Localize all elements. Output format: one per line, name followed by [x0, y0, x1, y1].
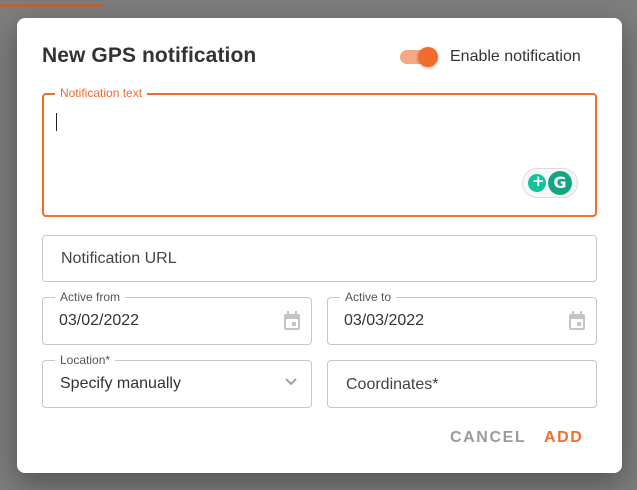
- notification-url-field[interactable]: Notification URL: [42, 235, 597, 282]
- chevron-down-icon[interactable]: [285, 378, 297, 386]
- notification-text-label: Notification text: [55, 86, 148, 100]
- location-label: Location*: [55, 353, 116, 367]
- coordinates-placeholder: Coordinates*: [346, 376, 439, 393]
- calendar-icon[interactable]: [283, 311, 301, 331]
- notification-url-placeholder: Notification URL: [61, 250, 177, 267]
- cancel-button[interactable]: CANCEL: [450, 429, 526, 447]
- grammarly-logo-icon[interactable]: G: [548, 171, 572, 195]
- toggle-label: Enable notification: [450, 48, 581, 65]
- grammarly-widget[interactable]: G: [522, 168, 578, 198]
- location-value: Specify manually: [60, 375, 181, 392]
- active-from-value: 03/02/2022: [59, 312, 140, 329]
- enable-notification-toggle[interactable]: Enable notification: [400, 46, 581, 68]
- toggle-thumb[interactable]: [418, 47, 438, 67]
- active-to-label: Active to: [340, 290, 397, 304]
- dialog-title: New GPS notification: [42, 44, 257, 67]
- grammarly-bulb-icon[interactable]: [528, 172, 546, 192]
- active-from-field[interactable]: Active from 03/02/2022: [42, 290, 312, 345]
- active-to-field[interactable]: Active to 03/03/2022: [327, 290, 597, 345]
- add-button[interactable]: ADD: [544, 429, 583, 447]
- toggle-track[interactable]: [400, 47, 438, 67]
- active-to-value: 03/03/2022: [344, 312, 425, 329]
- calendar-icon[interactable]: [568, 311, 586, 331]
- location-select[interactable]: Location* Specify manually: [42, 353, 312, 408]
- active-from-label: Active from: [55, 290, 126, 304]
- new-gps-notification-dialog: New GPS notification Enable notification…: [17, 18, 622, 473]
- background-accent-line: [0, 4, 104, 7]
- coordinates-field[interactable]: Coordinates*: [327, 360, 597, 408]
- notification-text-field[interactable]: Notification text G: [42, 86, 597, 217]
- text-caret: [56, 113, 57, 131]
